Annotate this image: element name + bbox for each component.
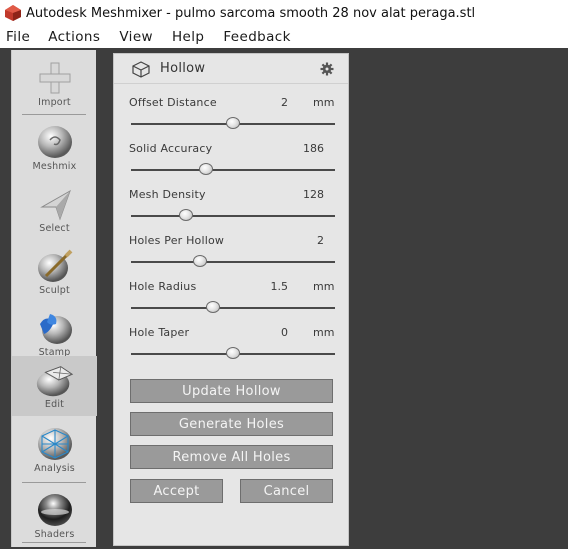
edit-sphere-icon: [34, 362, 76, 398]
param-label: Holes Per Hollow: [129, 234, 225, 247]
menu-feedback[interactable]: Feedback: [218, 29, 291, 45]
param-hole-radius: Hole Radius 1.5 mm: [114, 276, 348, 322]
slider-knob[interactable]: [226, 347, 240, 359]
slider-track[interactable]: [131, 215, 335, 217]
tool-select[interactable]: Select: [12, 180, 97, 242]
tool-label-edit: Edit: [44, 399, 65, 410]
meshmix-sphere-icon: [34, 124, 76, 160]
cube-outline-icon: [132, 60, 150, 78]
menu-view[interactable]: View: [114, 29, 153, 45]
param-label: Offset Distance: [129, 96, 217, 109]
menu-actions[interactable]: Actions: [43, 29, 100, 45]
accept-button[interactable]: Accept: [130, 479, 223, 503]
tool-analysis[interactable]: Analysis: [12, 420, 97, 482]
panel-title: Hollow: [160, 61, 206, 76]
plus-icon: [34, 60, 76, 96]
param-hole-taper: Hole Taper 0 mm: [114, 322, 348, 368]
menu-help[interactable]: Help: [167, 29, 204, 45]
param-label: Hole Radius: [129, 280, 197, 293]
divider: [22, 542, 86, 543]
tool-shaders[interactable]: Shaders: [12, 486, 97, 548]
param-label: Mesh Density: [129, 188, 206, 201]
divider: [22, 114, 86, 115]
param-value[interactable]: 186: [284, 142, 324, 155]
tool-meshmix[interactable]: Meshmix: [12, 118, 97, 180]
tool-label-import: Import: [38, 97, 71, 108]
tool-sculpt[interactable]: Sculpt: [12, 242, 97, 304]
param-offset-distance: Offset Distance 2 mm: [114, 92, 348, 138]
analysis-sphere-icon: [34, 426, 76, 462]
meshmixer-app-icon: [5, 5, 21, 21]
tool-label-sculpt: Sculpt: [39, 285, 70, 296]
slider-track[interactable]: [131, 169, 335, 171]
param-value[interactable]: 128: [284, 188, 324, 201]
param-value[interactable]: 0: [264, 326, 288, 339]
menu-file[interactable]: File: [0, 29, 30, 45]
param-label: Hole Taper: [129, 326, 190, 339]
slider-knob[interactable]: [205, 301, 220, 313]
shader-sphere-icon: [34, 492, 76, 528]
cancel-button[interactable]: Cancel: [240, 479, 333, 503]
slider-knob[interactable]: [199, 163, 214, 175]
param-value[interactable]: 1.5: [258, 280, 289, 293]
hollow-panel: Hollow Offset Distance 2 mm Solid Accura…: [113, 53, 349, 546]
menu-bar: File Actions View Help Feedback: [0, 26, 568, 48]
tool-label-analysis: Analysis: [34, 463, 75, 474]
param-label: Solid Accuracy: [129, 142, 213, 155]
arrow-pointer-icon: [34, 186, 76, 222]
tool-label-shaders: Shaders: [34, 529, 75, 540]
param-mesh-density: Mesh Density 128: [114, 184, 348, 230]
panel-header: Hollow: [114, 54, 348, 84]
tool-label-meshmix: Meshmix: [32, 161, 77, 172]
tool-edit[interactable]: Edit: [12, 356, 97, 418]
param-unit: mm: [313, 326, 335, 339]
tool-strip: Import Meshmix Select Sculpt Stamp Edit …: [11, 50, 97, 548]
param-value[interactable]: 2: [264, 96, 288, 109]
stamp-sphere-icon: [34, 310, 76, 346]
slider-knob[interactable]: [226, 117, 240, 129]
gear-icon[interactable]: [320, 62, 334, 76]
param-solid-accuracy: Solid Accuracy 186: [114, 138, 348, 184]
generate-holes-button[interactable]: Generate Holes: [130, 412, 333, 436]
slider-track[interactable]: [131, 307, 335, 309]
param-value[interactable]: 2: [284, 234, 324, 247]
slider-track[interactable]: [131, 261, 335, 263]
slider-knob[interactable]: [179, 209, 194, 221]
window-title: Autodesk Meshmixer - pulmo sarcoma smoot…: [26, 5, 476, 21]
brush-sphere-icon: [34, 248, 76, 284]
tool-label-select: Select: [39, 223, 70, 234]
title-bar: Autodesk Meshmixer - pulmo sarcoma smoot…: [0, 0, 568, 26]
slider-knob[interactable]: [193, 255, 208, 267]
param-holes-per-hollow: Holes Per Hollow 2: [114, 230, 348, 276]
update-hollow-button[interactable]: Update Hollow: [130, 379, 333, 403]
param-unit: mm: [313, 280, 335, 293]
divider: [22, 482, 86, 483]
tool-import[interactable]: Import: [12, 54, 97, 116]
param-unit: mm: [313, 96, 335, 109]
remove-all-holes-button[interactable]: Remove All Holes: [130, 445, 333, 469]
